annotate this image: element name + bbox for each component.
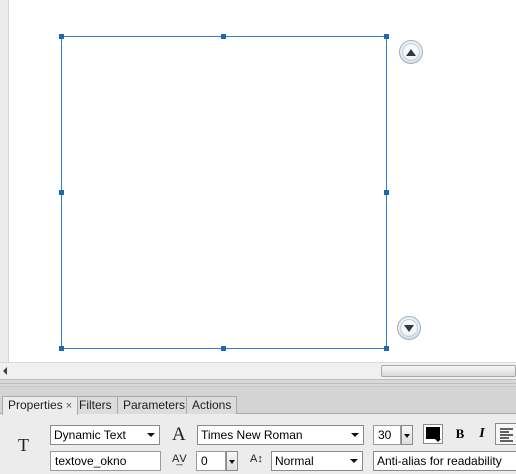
chevron-down-icon xyxy=(350,459,358,463)
chevron-down-icon xyxy=(229,460,235,464)
tab-label: Filters xyxy=(79,398,112,412)
resize-handle-top-right[interactable] xyxy=(384,34,389,39)
anti-alias-value: Anti-alias for readability xyxy=(377,454,502,468)
letter-spacing-dropdown[interactable] xyxy=(226,451,238,471)
triangle-up-icon xyxy=(406,48,416,56)
properties-panel: Properties × Filters Parameters Actions T… xyxy=(0,379,516,474)
scroll-up-button[interactable] xyxy=(399,40,423,64)
tab-properties[interactable]: Properties × xyxy=(2,396,79,415)
text-properties: T Dynamic Text A Times New Roman 30 B I xyxy=(0,415,516,474)
text-tool-icon: T xyxy=(18,435,29,455)
font-family-value: Times New Roman xyxy=(201,428,303,442)
tab-filters[interactable]: Filters xyxy=(73,396,118,414)
letter-spacing-input[interactable]: 0 xyxy=(196,451,226,471)
triangle-down-icon xyxy=(404,324,414,332)
stage-left-gutter xyxy=(0,0,9,362)
scroll-left-button[interactable] xyxy=(0,365,10,377)
tab-parameters[interactable]: Parameters xyxy=(117,396,192,414)
instance-name-input[interactable]: textove_okno xyxy=(50,451,161,471)
text-type-value: Dynamic Text xyxy=(54,428,126,442)
text-type-select[interactable]: Dynamic Text xyxy=(50,425,160,445)
letter-spacing-icon: A͢V xyxy=(172,453,187,465)
resize-handle-bottom-left[interactable] xyxy=(59,346,64,351)
font-size-dropdown[interactable] xyxy=(401,425,413,445)
arrow-left-icon xyxy=(3,367,7,375)
text-color-swatch[interactable] xyxy=(423,424,443,444)
panel-tab-bar: Properties × Filters Parameters Actions xyxy=(0,387,516,415)
close-icon[interactable]: × xyxy=(66,400,72,412)
character-position-icon: A↕ xyxy=(250,453,263,465)
instance-name-value: textove_okno xyxy=(55,454,127,468)
resize-handle-left[interactable] xyxy=(59,190,64,195)
resize-handle-right[interactable] xyxy=(384,190,389,195)
stage[interactable] xyxy=(0,0,516,362)
color-fill xyxy=(426,427,440,439)
character-position-value: Normal xyxy=(275,454,314,468)
tab-actions[interactable]: Actions xyxy=(186,396,238,414)
anti-alias-select[interactable]: Anti-alias for readability xyxy=(373,451,516,471)
font-size-value: 30 xyxy=(378,428,392,442)
dynamic-text-field[interactable] xyxy=(59,34,389,351)
chevron-down-icon xyxy=(435,439,441,442)
font-family-select[interactable]: Times New Roman xyxy=(197,425,364,445)
bold-button[interactable]: B xyxy=(451,425,469,443)
character-position-select[interactable]: Normal xyxy=(271,451,363,471)
resize-handle-top[interactable] xyxy=(221,34,226,39)
font-size-input[interactable]: 30 xyxy=(373,425,401,445)
italic-button[interactable]: I xyxy=(473,425,491,443)
chevron-down-icon xyxy=(351,433,359,437)
align-left-icon xyxy=(500,428,513,442)
tab-label: Actions xyxy=(192,398,232,412)
tab-label: Properties xyxy=(8,398,63,412)
font-icon: A xyxy=(172,424,186,445)
horizontal-scrollbar[interactable] xyxy=(0,362,516,379)
scrollbar-thumb[interactable] xyxy=(381,365,516,377)
resize-handle-bottom-right[interactable] xyxy=(384,346,389,351)
chevron-down-icon xyxy=(404,434,410,438)
resize-handle-bottom[interactable] xyxy=(221,346,226,351)
panel-resize-grip[interactable] xyxy=(0,379,516,387)
resize-handle-top-left[interactable] xyxy=(59,34,64,39)
align-left-button[interactable] xyxy=(495,423,516,445)
scroll-down-button[interactable] xyxy=(397,316,421,340)
tab-label: Parameters xyxy=(123,398,186,412)
chevron-down-icon xyxy=(147,433,155,437)
letter-spacing-value: 0 xyxy=(201,454,208,468)
